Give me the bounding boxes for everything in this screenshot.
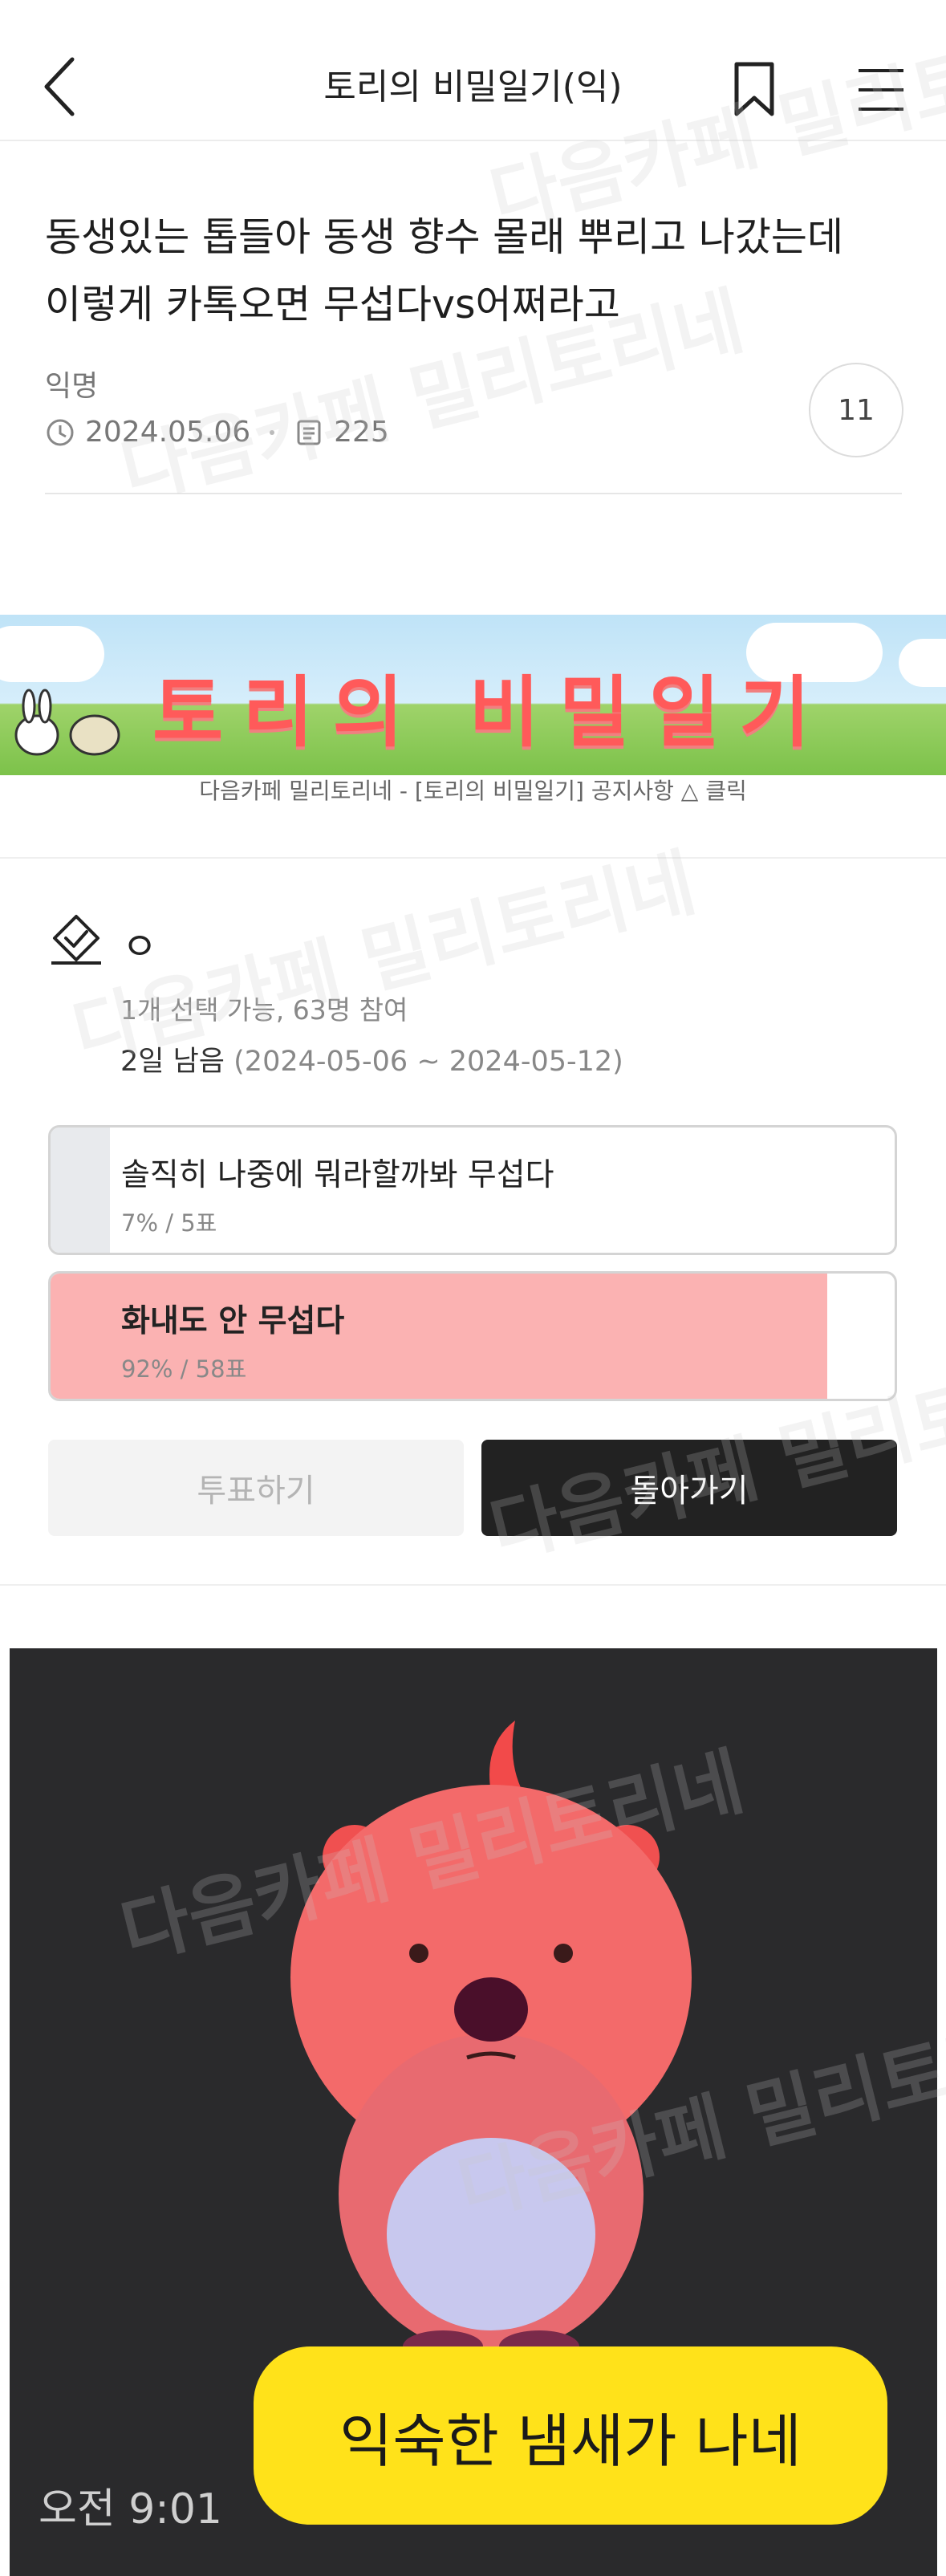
post-author: 익명 [45, 370, 99, 403]
cloud-decoration [899, 639, 946, 687]
poll-option-result: 92% / 58표 [121, 1355, 247, 1383]
divider [0, 857, 946, 859]
clock-icon [47, 419, 74, 445]
poll-check-icon [51, 915, 101, 965]
cloud-decoration [0, 626, 104, 682]
poll-remaining: 2일 남음 [120, 1046, 225, 1078]
poll-option-label: 화내도 안 무섭다 [121, 1303, 345, 1339]
post-title: 동생있는 톱들아 동생 향수 몰래 뿌리고 나갔는데 이렇게 카톡오면 무섭다v… [45, 214, 844, 327]
poll-title: ㅇ [122, 924, 158, 969]
views-icon [297, 420, 321, 445]
animal-friends-icon [14, 689, 120, 756]
divider [45, 493, 902, 494]
meta-separator [270, 429, 275, 435]
poll-option-selected[interactable]: 화내도 안 무섭다 92% / 58표 [48, 1271, 897, 1401]
poll-option[interactable]: 솔직히 나중에 뭐라할까봐 무섭다 7% / 5표 [48, 1125, 897, 1255]
bookmark-icon[interactable] [730, 61, 778, 117]
menu-icon[interactable] [855, 67, 907, 112]
banner-title: 토리의 비밀일기 [152, 668, 830, 758]
banner-caption[interactable]: 다음카페 밀리토리네 - [토리의 비밀일기] 공지사항 △ 클릭 [0, 774, 946, 806]
post-date: 2024.05.06 [85, 416, 251, 449]
image-caption-bubble: 익숙한 냄새가 나네 [254, 2346, 887, 2525]
post-meta: 2024.05.06 225 [45, 416, 389, 449]
poll-info: 1개 선택 가능, 63명 참여 [120, 994, 408, 1026]
top-nav-bar: 토리의 비밀일기(익) [0, 0, 946, 141]
cafe-board-title: 토리의 비밀일기(익) [323, 67, 623, 108]
go-back-button[interactable]: 돌아가기 [481, 1440, 897, 1536]
poll-option-bar [51, 1128, 110, 1253]
poll-option-label: 솔직히 나중에 뭐라할까봐 무섭다 [121, 1157, 554, 1193]
image-timestamp: 오전 9:01 [39, 2485, 222, 2533]
post-image: 익숙한 냄새가 나네 오전 9:01 [10, 1648, 937, 2576]
divider [0, 1584, 946, 1586]
vote-button[interactable]: 투표하기 [48, 1440, 464, 1536]
comment-count-button[interactable]: 11 [809, 363, 903, 457]
poll-period: (2024-05-06 ~ 2024-05-12) [233, 1046, 623, 1078]
cafe-banner[interactable]: 토리의 비밀일기 [0, 615, 946, 775]
post-views: 225 [334, 416, 389, 449]
poll-deadline: 2일 남음 (2024-05-06 ~ 2024-05-12) [120, 1038, 623, 1079]
poll-option-result: 7% / 5표 [121, 1209, 217, 1237]
loopy-character-illustration [290, 1721, 692, 2363]
